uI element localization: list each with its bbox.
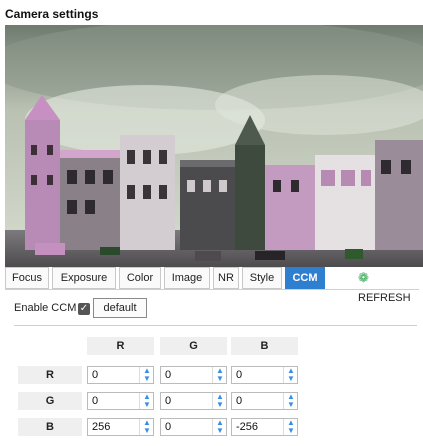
row-header-g: G: [18, 392, 82, 410]
stepper-arrows: ▲ ▼: [212, 367, 226, 383]
chevron-down-icon[interactable]: ▼: [142, 375, 152, 383]
chevron-down-icon[interactable]: ▼: [286, 401, 296, 409]
chevron-down-icon[interactable]: ▼: [215, 401, 225, 409]
row-header-b: B: [18, 418, 82, 436]
chevron-down-icon[interactable]: ▼: [142, 401, 152, 409]
chevron-down-icon[interactable]: ▼: [215, 375, 225, 383]
ccm-gr-value[interactable]: 0: [92, 393, 98, 409]
camera-preview-image: [5, 25, 423, 267]
ccm-gg-stepper[interactable]: 0 ▲ ▼: [160, 392, 227, 410]
ccm-br-value[interactable]: 256: [92, 419, 110, 435]
stepper-arrows: ▲ ▼: [139, 419, 153, 435]
stepper-arrows: ▲ ▼: [212, 393, 226, 409]
col-header-b: B: [231, 337, 298, 355]
ccm-gb-stepper[interactable]: 0 ▲ ▼: [231, 392, 298, 410]
ccm-rb-stepper[interactable]: 0 ▲ ▼: [231, 366, 298, 384]
enable-ccm-checkbox[interactable]: ✓: [78, 303, 90, 315]
chevron-down-icon[interactable]: ▼: [215, 427, 225, 435]
ccm-rb-value[interactable]: 0: [236, 367, 242, 383]
refresh-label: REFRESH: [358, 292, 411, 304]
stepper-arrows: ▲ ▼: [139, 393, 153, 409]
panel-top-border: [5, 289, 419, 290]
tab-exposure[interactable]: Exposure: [52, 267, 116, 289]
col-header-r: R: [87, 337, 154, 355]
ccm-gg-value[interactable]: 0: [165, 393, 171, 409]
ccm-gr-stepper[interactable]: 0 ▲ ▼: [87, 392, 154, 410]
ccm-bg-stepper[interactable]: 0 ▲ ▼: [160, 418, 227, 436]
ccm-br-stepper[interactable]: 256 ▲ ▼: [87, 418, 154, 436]
ccm-rg-value[interactable]: 0: [165, 367, 171, 383]
stepper-arrows: ▲ ▼: [283, 419, 297, 435]
default-button[interactable]: default: [93, 298, 147, 318]
page-title: Camera settings: [5, 7, 99, 21]
tab-style[interactable]: Style: [242, 267, 282, 289]
row-header-r: R: [18, 366, 82, 384]
tab-nr[interactable]: NR: [213, 267, 239, 289]
gears-icon: ❁: [358, 270, 369, 285]
refresh-button[interactable]: ❁ REFRESH: [358, 267, 423, 304]
ccm-gb-value[interactable]: 0: [236, 393, 242, 409]
ccm-rr-value[interactable]: 0: [92, 367, 98, 383]
ccm-rg-stepper[interactable]: 0 ▲ ▼: [160, 366, 227, 384]
tab-focus[interactable]: Focus: [5, 267, 49, 289]
ccm-rr-stepper[interactable]: 0 ▲ ▼: [87, 366, 154, 384]
chevron-down-icon[interactable]: ▼: [142, 427, 152, 435]
camera-preview: [5, 25, 423, 267]
section-divider: [14, 325, 417, 326]
tab-image[interactable]: Image: [164, 267, 210, 289]
ccm-bb-value[interactable]: -256: [236, 419, 258, 435]
settings-tabbar: Focus Exposure Color Image NR Style CCM …: [5, 267, 423, 304]
tab-ccm[interactable]: CCM: [285, 267, 325, 289]
stepper-arrows: ▲ ▼: [139, 367, 153, 383]
col-header-g: G: [160, 337, 227, 355]
ccm-bb-stepper[interactable]: -256 ▲ ▼: [231, 418, 298, 436]
tab-color[interactable]: Color: [119, 267, 161, 289]
stepper-arrows: ▲ ▼: [283, 367, 297, 383]
chevron-down-icon[interactable]: ▼: [286, 427, 296, 435]
chevron-down-icon[interactable]: ▼: [286, 375, 296, 383]
ccm-bg-value[interactable]: 0: [165, 419, 171, 435]
enable-ccm-label: Enable CCM: [14, 302, 77, 314]
stepper-arrows: ▲ ▼: [212, 419, 226, 435]
stepper-arrows: ▲ ▼: [283, 393, 297, 409]
